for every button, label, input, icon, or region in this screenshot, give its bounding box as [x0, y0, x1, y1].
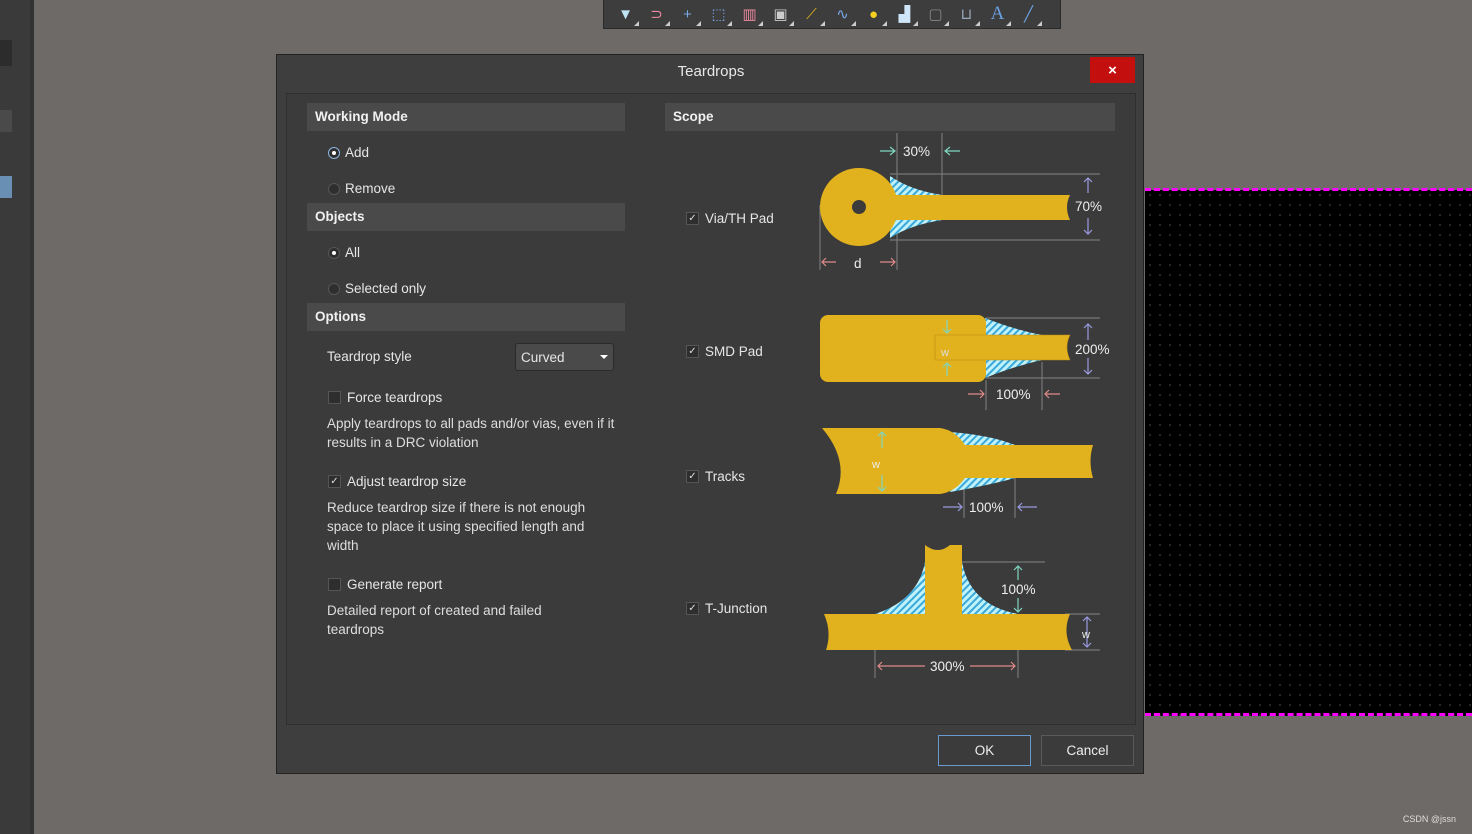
teardrop-style-dropdown[interactable]: Curved — [515, 343, 614, 371]
radio-label: Selected only — [345, 281, 427, 296]
tjunction-width-label: 100% — [1001, 582, 1036, 597]
radio-label: All — [345, 245, 361, 260]
scope-tracks-checkbox[interactable]: ✓ Tracks — [686, 469, 745, 484]
line-icon[interactable]: ╱ — [1013, 0, 1044, 28]
adjust-size-description: Reduce teardrop size if there is not eno… — [327, 500, 586, 553]
crosshair-icon[interactable]: + — [672, 0, 703, 28]
scope-smd-checkbox[interactable]: ✓ SMD Pad — [686, 344, 763, 359]
check-icon[interactable]: ✓ — [686, 602, 699, 615]
radio-selected-only[interactable]: Selected only — [328, 281, 426, 296]
tjunction-w-label: w — [1081, 629, 1090, 641]
route-icon[interactable]: ⟋ — [796, 0, 827, 28]
dimension-icon[interactable]: ⊔ — [951, 0, 982, 28]
check-icon[interactable]: ✓ — [328, 475, 341, 488]
via-width-label: 70% — [1075, 199, 1102, 214]
checkbox-label: Tracks — [705, 469, 745, 484]
checkbox-box[interactable] — [328, 578, 341, 591]
force-teardrops-checkbox[interactable]: Force teardrops — [328, 390, 442, 405]
radio-indicator[interactable] — [328, 282, 340, 295]
cancel-button[interactable]: Cancel — [1041, 735, 1134, 766]
teardrop-diagrams: 30% 70% d w 200% 100% w 100% 100% w 300% — [819, 133, 1110, 678]
close-button[interactable]: × — [1090, 57, 1135, 83]
board-outline-top — [1145, 188, 1472, 191]
radio-indicator[interactable] — [328, 182, 340, 195]
radio-remove[interactable]: Remove — [328, 181, 395, 196]
working-mode-header: Working Mode — [307, 103, 625, 131]
radio-add[interactable]: Add — [328, 145, 369, 160]
radio-label: Remove — [345, 181, 396, 196]
checkbox-box[interactable] — [328, 391, 341, 404]
radio-all[interactable]: All — [328, 245, 360, 260]
length-tuning-icon[interactable]: ∿ — [827, 0, 858, 28]
tjunction-length-label: 300% — [930, 659, 965, 674]
component-icon[interactable]: ▣ — [765, 0, 796, 28]
pcb-canvas[interactable] — [1145, 190, 1472, 716]
check-icon[interactable]: ✓ — [686, 212, 699, 225]
scope-via-checkbox[interactable]: ✓ Via/TH Pad — [686, 211, 774, 226]
bar-chart-icon[interactable]: ▥ — [734, 0, 765, 28]
force-teardrops-description: Apply teardrops to all pads and/or vias,… — [327, 416, 615, 450]
board-outline-bottom — [1145, 713, 1472, 716]
via-icon[interactable]: ● — [858, 0, 889, 28]
options-header: Options — [307, 303, 625, 331]
smd-length-label: 100% — [996, 387, 1031, 402]
radio-indicator[interactable] — [328, 246, 340, 259]
generate-report-description: Detailed report of created and failed te… — [327, 603, 542, 637]
check-icon[interactable]: ✓ — [686, 470, 699, 483]
via-diameter-label: d — [854, 256, 862, 271]
adjust-size-checkbox[interactable]: ✓ Adjust teardrop size — [328, 474, 466, 489]
ok-button[interactable]: OK — [938, 735, 1031, 766]
tracks-w-label: w — [871, 459, 880, 471]
panel-item-selected[interactable] — [0, 176, 12, 198]
via-length-label: 30% — [903, 144, 930, 159]
watermark: CSDN @jssn — [1402, 814, 1456, 824]
objects-header: Objects — [307, 203, 625, 231]
radio-indicator[interactable] — [328, 146, 340, 159]
checkbox-label: Via/TH Pad — [705, 211, 774, 226]
generate-report-checkbox[interactable]: Generate report — [328, 577, 442, 592]
checkbox-label: Force teardrops — [347, 390, 443, 405]
polygon-icon[interactable]: ▟ — [889, 0, 920, 28]
keepout-icon[interactable]: ▢ — [920, 0, 951, 28]
interactive-routing-icon[interactable]: ⊃ — [641, 0, 672, 28]
t-junction-diagram — [824, 545, 1072, 650]
scope-tjunction-checkbox[interactable]: ✓ T-Junction — [686, 601, 767, 616]
smd-width-label: 200% — [1075, 342, 1110, 357]
chevron-down-icon — [600, 355, 608, 359]
text-icon[interactable]: A — [982, 0, 1013, 28]
dropdown-value: Curved — [521, 350, 565, 365]
checkbox-label: Generate report — [347, 577, 443, 592]
panel-item[interactable] — [0, 110, 12, 132]
tracks-length-label: 100% — [969, 500, 1004, 515]
scope-header: Scope — [665, 103, 1115, 131]
selection-box-icon[interactable]: ⬚ — [703, 0, 734, 28]
checkbox-label: SMD Pad — [705, 344, 763, 359]
check-icon[interactable]: ✓ — [686, 345, 699, 358]
radio-label: Add — [345, 145, 370, 160]
filter-icon[interactable]: ▼ — [610, 0, 641, 28]
teardrop-style-label: Teardrop style — [327, 349, 412, 364]
dialog-title: Teardrops — [677, 63, 745, 80]
left-panel — [0, 0, 34, 834]
checkbox-label: Adjust teardrop size — [347, 474, 467, 489]
tracks-diagram — [822, 428, 1093, 494]
via-pad-diagram — [820, 168, 1070, 246]
smd-w-label: w — [940, 347, 949, 359]
checkbox-label: T-Junction — [705, 601, 768, 616]
panel-field[interactable] — [0, 40, 12, 66]
toolbar: ▼ ⊃ + ⬚ ▥ ▣ ⟋ ∿ ● ▟ ▢ ⊔ A ╱ — [603, 0, 1061, 29]
